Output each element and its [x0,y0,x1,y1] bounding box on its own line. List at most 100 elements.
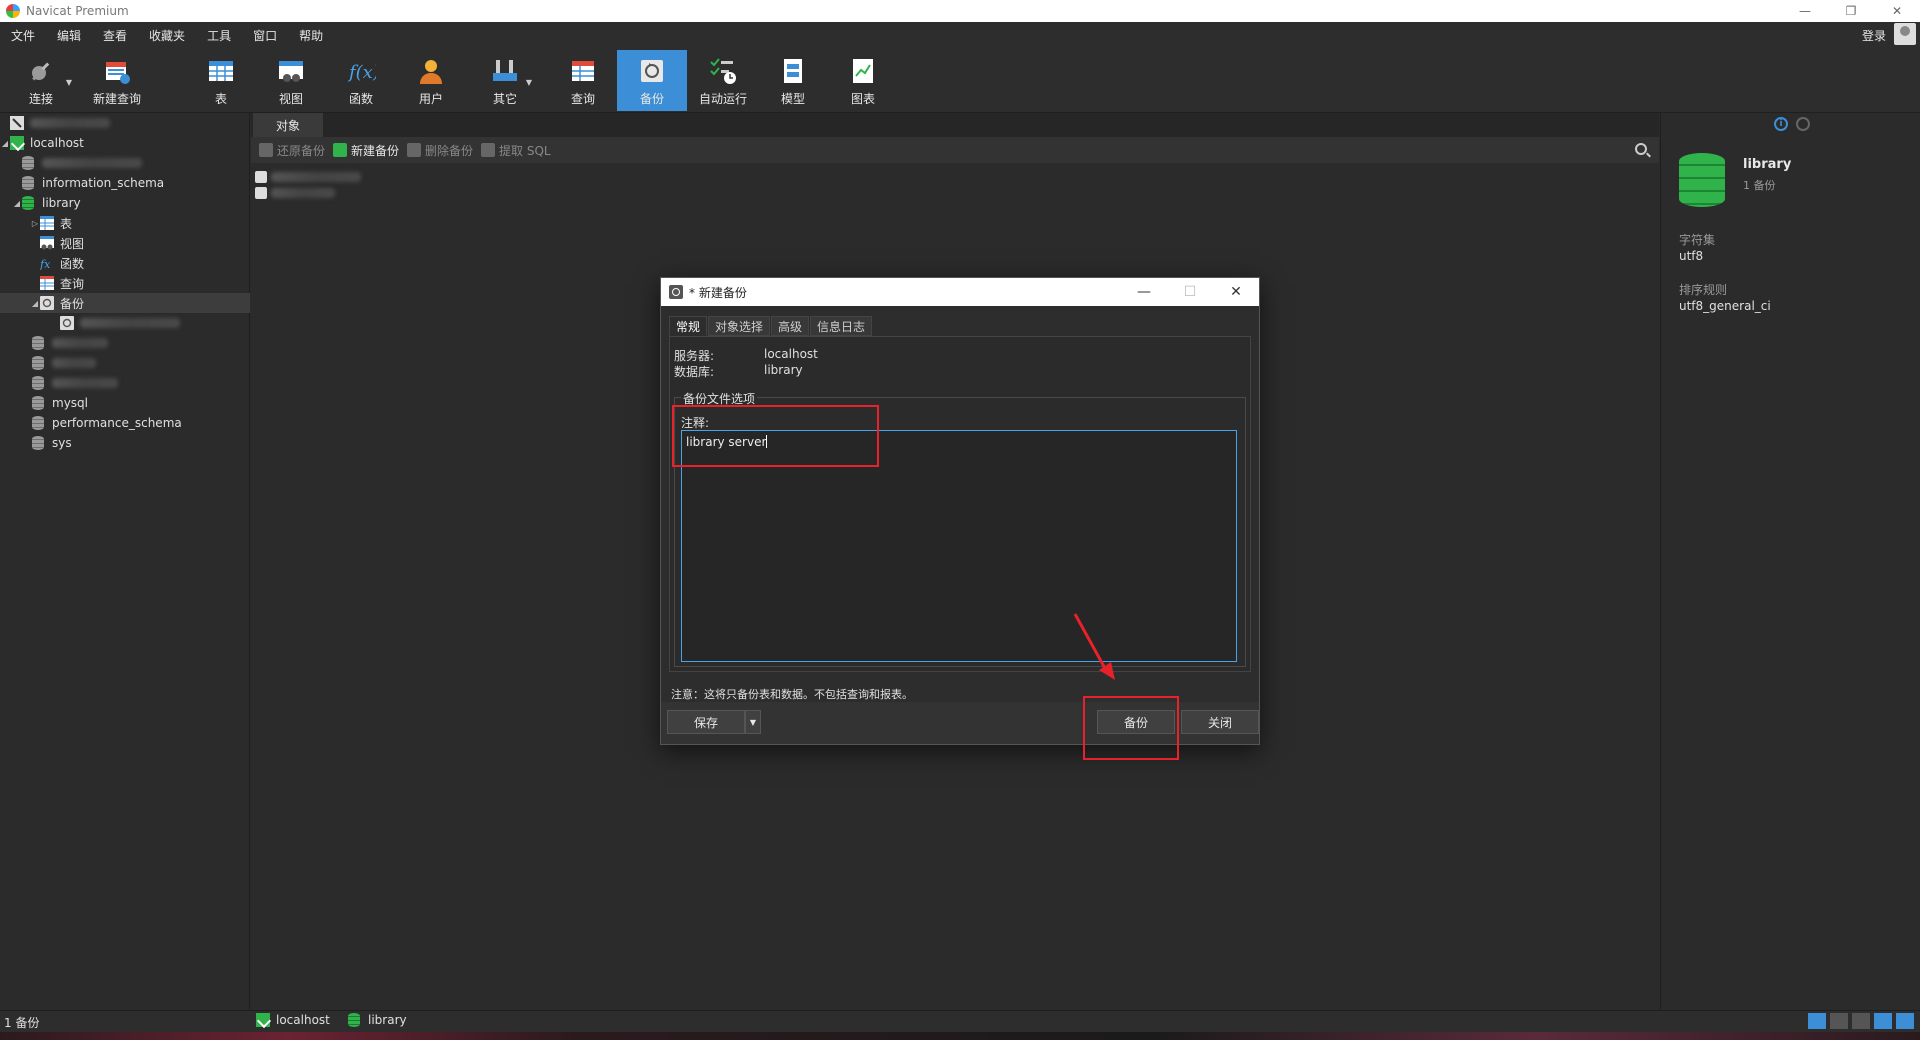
menu-view[interactable]: 查看 [92,27,138,44]
navicat-logo-icon [6,4,20,18]
expanded-arrow-icon[interactable]: ◢ [30,299,40,308]
model-button[interactable]: 模型 [776,50,810,111]
automation-button[interactable]: 自动运行 [696,50,750,111]
info-icon[interactable]: i [1774,117,1788,131]
title-bar: Navicat Premium — ❐ ✕ [0,0,1920,22]
expanded-arrow-icon[interactable]: ◢ [0,139,10,148]
tools-icon [493,60,517,81]
tree-item-sys[interactable]: sys [0,433,250,453]
dialog-title: * 新建备份 [689,285,747,300]
backup-button[interactable]: 备份 [617,50,687,111]
grid-view-icon[interactable] [1808,1013,1826,1029]
tree-item-redacted-db[interactable] [0,353,250,373]
left-panel-icon[interactable] [1874,1013,1892,1029]
menu-bar: 文件 编辑 查看 收藏夹 工具 窗口 帮助 登录 [0,22,1920,48]
avatar[interactable] [1894,23,1916,45]
menu-window[interactable]: 窗口 [242,27,288,44]
tree-item-views[interactable]: 视图 [0,233,250,253]
extract-sql-icon [481,143,496,157]
table-button[interactable]: 表 [204,50,238,111]
navicat-window: Navicat Premium — ❐ ✕ 文件 编辑 查看 收藏夹 工具 窗口… [0,0,1920,1040]
database-icon [32,376,44,390]
new-query-button[interactable]: 新建查询 [90,50,144,111]
dialog-title-bar: * 新建备份 — ☐ ✕ [661,278,1259,306]
close-icon[interactable]: ✕ [1874,0,1920,22]
minimize-icon[interactable]: — [1121,278,1167,306]
database-icon [1679,153,1725,207]
chart-icon [853,59,873,83]
tab-general[interactable]: 常规 [669,316,708,336]
query-button[interactable]: 查询 [566,50,600,111]
tree-item-queries[interactable]: 查询 [0,273,250,293]
database-value: library [764,363,803,377]
tree-item-functions[interactable]: fx 函数 [0,253,250,273]
restore-icon [259,143,273,157]
redacted-text [52,338,108,348]
list-item[interactable] [255,169,361,185]
collapsed-arrow-icon[interactable]: ▷ [30,219,40,228]
chart-button[interactable]: 图表 [846,50,880,111]
tab-objects[interactable]: 对象 [253,113,323,137]
database-icon [22,196,34,210]
restore-backup-button[interactable]: 还原备份 [259,142,325,159]
tree-item-information-schema[interactable]: information_schema [0,173,250,193]
list-item[interactable] [255,185,335,201]
database-icon [22,176,34,190]
menu-help[interactable]: 帮助 [288,27,334,44]
tree-item-performance-schema[interactable]: performance_schema [0,413,250,433]
user-icon [420,60,442,84]
view-button[interactable]: 视图 [274,50,308,111]
maximize-icon[interactable]: ☐ [1167,278,1213,306]
tree-item-redacted-db[interactable] [0,333,250,353]
login-link[interactable]: 登录 [1862,27,1886,44]
redacted-text [271,188,335,198]
new-backup-dialog: * 新建备份 — ☐ ✕ 常规 对象选择 高级 信息日志 服务器: localh… [660,277,1260,745]
tree-item-redacted-connection[interactable] [0,113,250,133]
connect-button[interactable]: 连接 ▼ [20,50,72,111]
tree-item-redacted-db[interactable] [0,373,250,393]
expanded-arrow-icon[interactable]: ◢ [12,199,22,208]
tree-item-library[interactable]: ◢ library [0,193,250,213]
list-view-icon[interactable] [1830,1013,1848,1029]
save-button[interactable]: 保存 [667,710,745,734]
tree-item-backup-file[interactable] [0,313,250,333]
chevron-down-icon[interactable]: ▼ [526,78,532,87]
chevron-down-icon[interactable]: ▼ [745,710,761,734]
tree-item-tables[interactable]: ▷ 表 [0,213,250,233]
menu-file[interactable]: 文件 [0,27,46,44]
search-icon[interactable] [1635,143,1647,155]
menu-favorites[interactable]: 收藏夹 [138,27,196,44]
status-bar: 1 备份 localhost library [0,1010,1920,1032]
restore-icon[interactable]: ❐ [1828,0,1874,22]
tree-item-mysql[interactable]: mysql [0,393,250,413]
eye-icon[interactable] [1796,117,1810,131]
tab-object-selection[interactable]: 对象选择 [708,316,771,336]
tab-message-log[interactable]: 信息日志 [810,316,873,336]
chevron-down-icon[interactable]: ▼ [66,78,72,87]
detail-view-icon[interactable] [1852,1013,1870,1029]
backup-icon [669,285,683,299]
other-button[interactable]: 其它 ▼ [488,50,532,111]
menu-edit[interactable]: 编辑 [46,27,92,44]
delete-backup-button[interactable]: 删除备份 [407,142,473,159]
backup-icon [641,60,663,82]
right-panel-icon[interactable] [1896,1013,1914,1029]
collation-value: utf8_general_ci [1679,299,1771,313]
user-button[interactable]: 用户 [414,50,448,111]
close-icon[interactable]: ✕ [1213,278,1259,306]
tab-advanced[interactable]: 高级 [771,316,810,336]
minimize-icon[interactable]: — [1782,0,1828,22]
function-button[interactable]: f(x) 函数 [344,50,378,111]
database-icon [348,1013,360,1027]
menu-tools[interactable]: 工具 [196,27,242,44]
svg-text:fx: fx [40,258,51,270]
tree-item-redacted-db[interactable] [0,153,250,173]
info-db-subtitle: 1 备份 [1743,179,1776,192]
close-button[interactable]: 关闭 [1181,710,1259,734]
collation-label: 排序规则 [1679,283,1728,297]
tree-item-localhost[interactable]: ◢ localhost [0,133,250,153]
tree-item-backups[interactable]: ◢ 备份 [0,293,250,313]
extract-sql-button[interactable]: 提取 SQL [481,142,551,159]
new-backup-button[interactable]: 新建备份 [333,142,399,159]
annotation-arrow-icon [1073,613,1115,680]
